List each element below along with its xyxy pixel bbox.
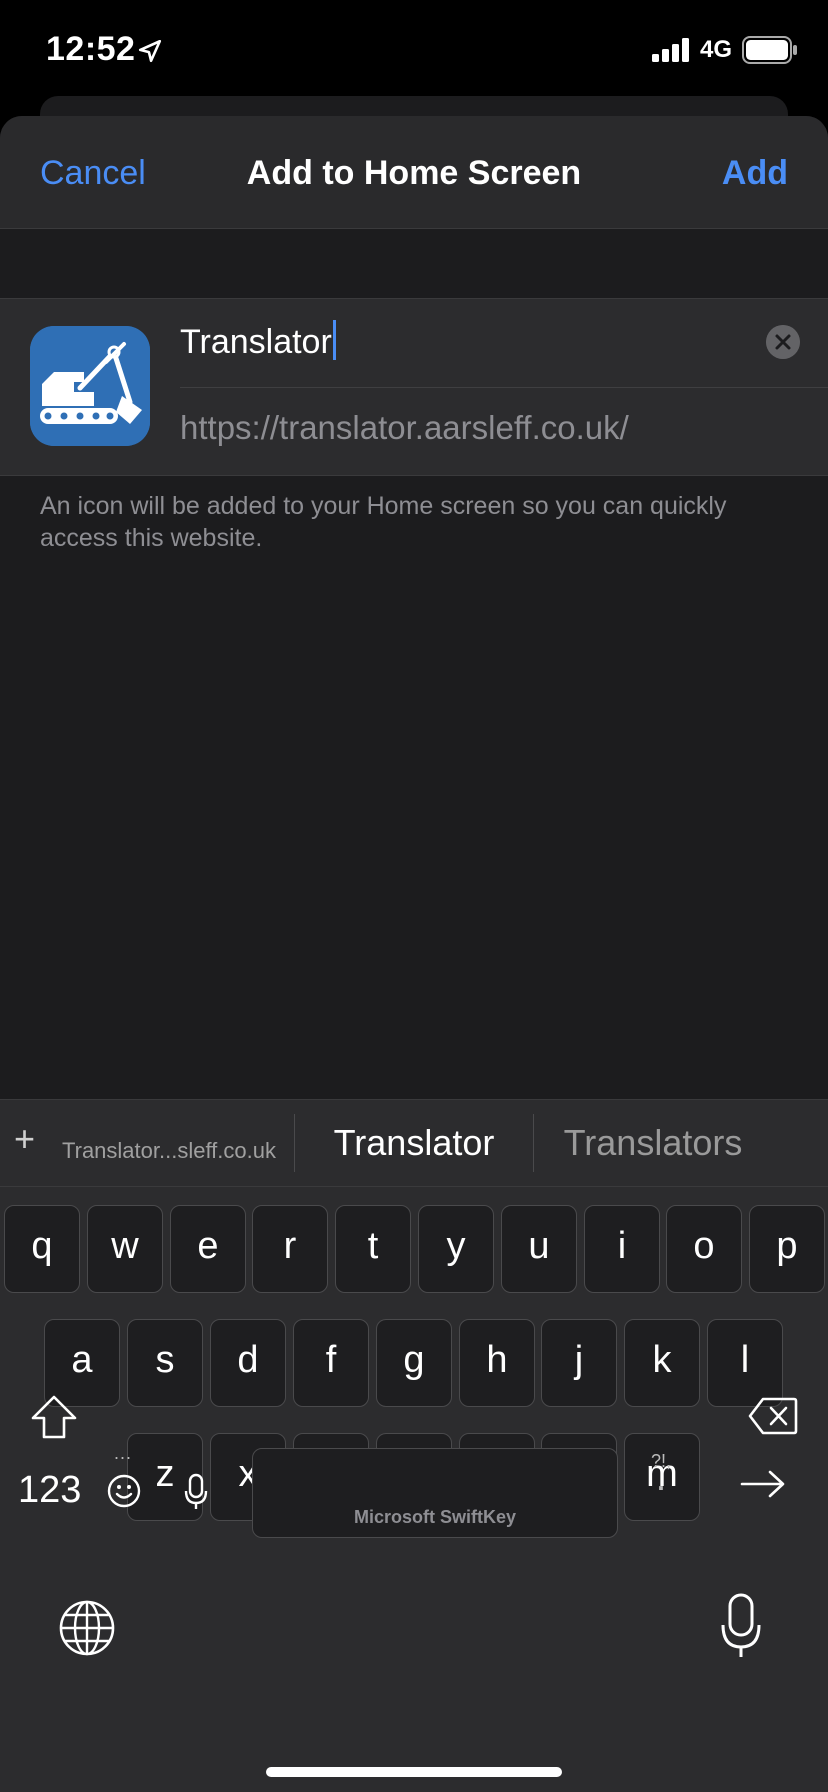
key-f[interactable]: f [293, 1319, 369, 1407]
key-p[interactable]: p [749, 1205, 825, 1293]
page-title: Add to Home Screen [246, 154, 582, 192]
home-indicator[interactable] [266, 1767, 562, 1777]
shift-icon[interactable] [30, 1394, 78, 1440]
keyboard: + Translator...sleff.co.uk Translator Tr… [0, 1099, 828, 1792]
dictation-mic-icon[interactable] [184, 1473, 208, 1511]
key-g[interactable]: g [376, 1319, 452, 1407]
key-u[interactable]: u [501, 1205, 577, 1293]
key-e[interactable]: e [170, 1205, 246, 1293]
punctuation-bottom: . [657, 1466, 665, 1496]
key-w[interactable]: w [87, 1205, 163, 1293]
key-o[interactable]: o [666, 1205, 742, 1293]
suggestion-url[interactable]: Translator...sleff.co.uk [62, 1138, 276, 1164]
punctuation-key[interactable]: ?!, . [646, 1451, 676, 1496]
microphone-icon[interactable] [720, 1593, 762, 1659]
key-q[interactable]: q [4, 1205, 80, 1293]
space-bar[interactable]: Microsoft SwiftKey [252, 1448, 618, 1538]
key-h[interactable]: h [459, 1319, 535, 1407]
nav-bar: Cancel Add to Home Screen Add [0, 116, 828, 229]
key-l[interactable]: l [707, 1319, 783, 1407]
location-arrow-icon [138, 39, 162, 63]
add-to-home-sheet: Cancel Add to Home Screen Add Translator… [0, 116, 828, 1216]
status-time: 12:52 [46, 30, 136, 68]
emoji-icon[interactable] [106, 1473, 142, 1509]
backspace-icon[interactable] [748, 1396, 798, 1436]
key-s[interactable]: s [127, 1319, 203, 1407]
bookmark-form: Translator https://translator.aarsleff.c… [0, 298, 828, 476]
name-field[interactable]: Translator [180, 299, 828, 388]
enter-arrow-icon[interactable] [740, 1469, 786, 1499]
url-field: https://translator.aarsleff.co.uk/ [180, 409, 629, 446]
suggestion-alternate[interactable]: Translators [540, 1122, 766, 1164]
space-bar-label: Microsoft SwiftKey [353, 1507, 517, 1527]
key-y[interactable]: y [418, 1205, 494, 1293]
key-i[interactable]: i [584, 1205, 660, 1293]
numbers-key[interactable]: 123 [18, 1469, 81, 1512]
status-bar: 12:52 4G [0, 0, 828, 100]
suggestion-divider [533, 1114, 534, 1172]
key-t[interactable]: t [335, 1205, 411, 1293]
text-caret [332, 320, 336, 361]
network-type: 4G [700, 36, 733, 63]
name-input-value: Translator [180, 323, 332, 361]
key-d[interactable]: d [210, 1319, 286, 1407]
add-button[interactable]: Add [722, 154, 788, 193]
globe-icon[interactable] [58, 1599, 116, 1657]
excavator-app-icon [30, 326, 150, 446]
hint-text: An icon will be added to your Home scree… [40, 492, 727, 552]
emoji-more-dots: ... [114, 1443, 133, 1463]
key-k[interactable]: k [624, 1319, 700, 1407]
plus-icon[interactable]: + [14, 1118, 35, 1160]
suggestion-bar: + Translator...sleff.co.uk Translator Tr… [0, 1099, 828, 1187]
key-j[interactable]: j [541, 1319, 617, 1407]
suggestion-primary[interactable]: Translator [296, 1122, 532, 1164]
key-r[interactable]: r [252, 1205, 328, 1293]
suggestion-divider [294, 1114, 295, 1172]
signal-bars-icon [652, 38, 689, 62]
battery-icon [742, 36, 797, 64]
clear-circle-icon[interactable] [766, 325, 800, 359]
